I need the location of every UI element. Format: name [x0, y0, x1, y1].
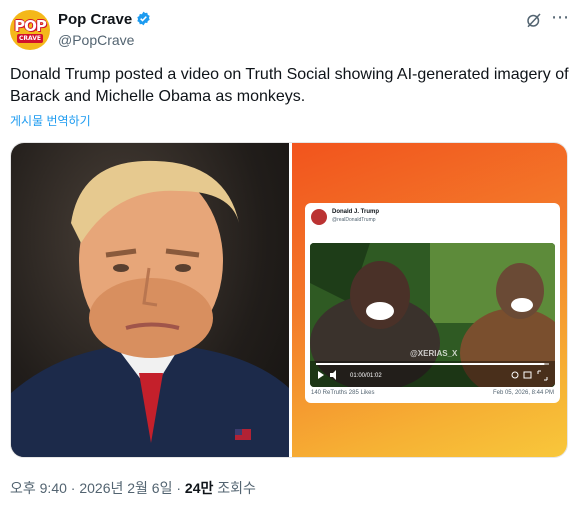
tweet-footer: 오후 9:40 · 2026년 2월 6일 · 24만 조회수 — [10, 478, 256, 498]
video-watermark: @XERIAS_X — [410, 349, 458, 358]
tweet-header: POP CRAVE Pop Crave @PopCrave ⋯ — [10, 8, 574, 52]
video-frame — [310, 243, 555, 387]
embedded-stats: 140 ReTruths 285 Likes — [311, 390, 375, 396]
embedded-handle: @realDonaldTrump — [332, 217, 376, 223]
avatar-text-bottom: CRAVE — [17, 34, 43, 43]
display-name[interactable]: Pop Crave — [58, 11, 132, 28]
embedded-avatar — [311, 209, 327, 225]
translate-link[interactable]: 게시물 번역하기 — [10, 112, 91, 129]
account-handle[interactable]: @PopCrave — [58, 32, 134, 48]
embedded-display-name: Donald J. Trump — [332, 209, 380, 215]
video-progress-fill — [316, 363, 545, 365]
verified-badge-icon — [137, 11, 150, 26]
portrait-illustration — [11, 160, 289, 457]
embedded-video: @XERIAS_X 01:00/01:02 — [310, 243, 555, 387]
video-time: 01:00/01:02 — [350, 373, 382, 379]
media-grid: Donald J. Trump @realDonaldTrump @XERIAS… — [10, 142, 568, 458]
views-count: 24만 — [184, 480, 214, 496]
post-timestamp[interactable]: 오후 9:40 · 2026년 2월 6일 · — [10, 480, 185, 496]
avatar[interactable]: POP CRAVE — [10, 10, 50, 50]
embedded-date: Feb 05, 2026, 8:44 PM — [492, 390, 554, 396]
views-label: 조회수 — [213, 480, 256, 496]
portrait-image[interactable] — [11, 143, 289, 457]
tweet-text: Donald Trump posted a video on Truth Soc… — [10, 66, 569, 105]
more-icon[interactable]: ⋯ — [550, 8, 570, 28]
grok-icon[interactable] — [525, 11, 543, 29]
truth-social-image[interactable]: Donald J. Trump @realDonaldTrump @XERIAS… — [292, 143, 567, 457]
avatar-text-top: POP — [14, 17, 47, 35]
embedded-post-card: Donald J. Trump @realDonaldTrump @XERIAS… — [305, 203, 560, 403]
